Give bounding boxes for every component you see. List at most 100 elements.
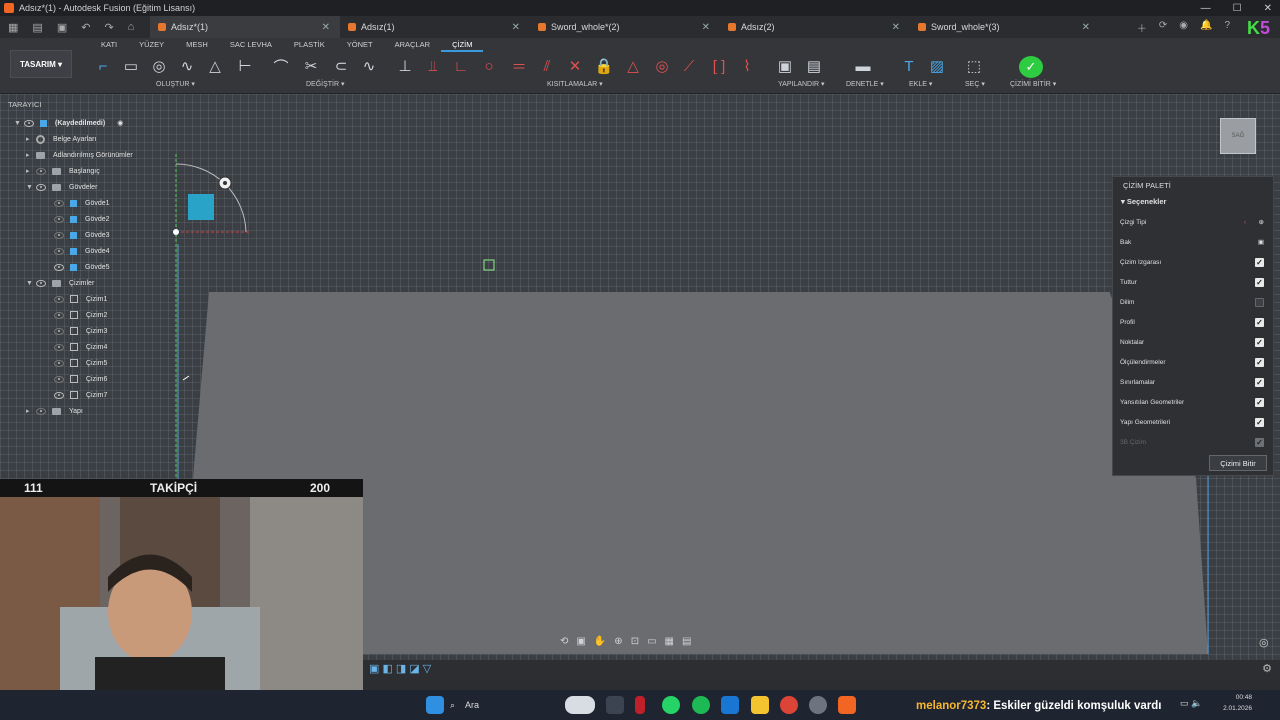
eye-icon[interactable] xyxy=(54,215,64,223)
tab-cizim[interactable]: ÇİZİM xyxy=(441,38,484,52)
fit-icon[interactable]: ⊡ xyxy=(631,636,639,647)
caret-down-icon[interactable]: ▼ xyxy=(14,120,24,127)
task-view-icon[interactable] xyxy=(606,696,624,714)
insert-image-icon[interactable]: ▨ xyxy=(926,56,948,76)
finish-sketch-button[interactable]: Çizimi Bitir xyxy=(1209,455,1267,471)
eye-icon[interactable] xyxy=(36,279,46,287)
trim-tool-icon[interactable]: ✂ xyxy=(300,56,322,76)
tab-araclar[interactable]: ARAÇLAR xyxy=(384,38,441,52)
save-icon[interactable]: ▣ xyxy=(57,21,67,34)
app-icon[interactable] xyxy=(809,696,827,714)
system-clock[interactable]: 00:48 2.01.2026 xyxy=(1223,692,1252,714)
constraints-group-label[interactable]: KISITLAMALAR ▾ xyxy=(547,80,603,88)
tree-item[interactable]: Çizim6 xyxy=(54,372,107,386)
caret-down-icon[interactable]: ▼ xyxy=(26,184,36,191)
grid-icon[interactable]: ▦ xyxy=(665,636,674,647)
construction-icon[interactable]: ⊕ xyxy=(1259,218,1264,226)
vertical-icon[interactable]: ⫫ xyxy=(422,56,444,76)
arc-tool-icon[interactable]: ⌒ xyxy=(270,56,292,76)
eye-icon[interactable] xyxy=(54,263,64,271)
pan-icon[interactable]: ✋ xyxy=(594,636,606,647)
palette-option[interactable]: Tuttur ✓ xyxy=(1120,275,1268,289)
tab-kati[interactable]: KATI xyxy=(90,38,128,52)
undo-icon[interactable]: ↶ xyxy=(81,21,90,34)
palette-option[interactable]: Çizim Izgarası ✓ xyxy=(1120,255,1268,269)
doc-tab-2[interactable]: Adsız(1) ✕ xyxy=(340,16,530,38)
checkbox[interactable]: ✓ xyxy=(1255,417,1264,427)
equal-icon[interactable]: ＝ xyxy=(508,56,530,76)
tree-item[interactable]: ▼ Çizimler xyxy=(26,276,94,290)
eye-icon[interactable] xyxy=(54,375,64,383)
spline-tool-icon[interactable]: ∿ xyxy=(176,56,198,76)
online-icon[interactable]: ◉ xyxy=(1179,20,1188,35)
grid-menu-icon[interactable]: ▦ xyxy=(8,21,18,34)
doc-tab-4[interactable]: Adsız(2) ✕ xyxy=(720,16,910,38)
windows-start-icon[interactable] xyxy=(426,696,444,714)
palette-option[interactable]: Profil ✓ xyxy=(1120,315,1268,329)
curvature-icon[interactable]: ⌇ xyxy=(736,56,758,76)
checkbox[interactable]: ✓ xyxy=(1255,277,1264,287)
eye-icon[interactable] xyxy=(24,119,34,127)
perpendicular-icon[interactable]: ∟ xyxy=(450,56,472,76)
eye-icon[interactable] xyxy=(54,391,64,399)
triangle-constraint-icon[interactable]: △ xyxy=(622,56,644,76)
palette-option[interactable]: Çizgi Tipi ‹ ⊕ xyxy=(1120,215,1268,229)
select-group-label[interactable]: SEÇ ▾ xyxy=(965,80,985,88)
add-tab-icon[interactable]: ＋ xyxy=(1137,20,1147,35)
modify-group-label[interactable]: DEĞİŞTİR ▾ xyxy=(306,80,345,88)
coincident-icon[interactable]: ⊥ xyxy=(394,56,416,76)
look-at-icon[interactable]: ▣ xyxy=(1258,238,1264,246)
midpoint-icon[interactable]: ⟋ xyxy=(678,56,700,76)
doc-tab-5[interactable]: Sword_whole*(3) ✕ xyxy=(910,16,1100,38)
tab-mesh[interactable]: MESH xyxy=(175,38,219,52)
eye-icon[interactable] xyxy=(54,199,64,207)
checkbox[interactable]: ✓ xyxy=(1255,337,1264,347)
tree-root[interactable]: ▼ (Kaydedilmedi) ◉ xyxy=(14,116,123,130)
tree-item[interactable]: Gövde1 xyxy=(54,196,110,210)
checkbox[interactable] xyxy=(1255,297,1264,307)
tree-item[interactable]: Gövde2 xyxy=(54,212,110,226)
linetype-icon[interactable]: ‹ xyxy=(1244,219,1246,226)
tree-item[interactable]: Gövde4 xyxy=(54,244,110,258)
create-group-label[interactable]: OLUŞTUR ▾ xyxy=(156,80,195,88)
checkbox[interactable]: ✓ xyxy=(1255,397,1264,407)
eye-icon[interactable] xyxy=(36,167,46,175)
palette-section[interactable]: ▾ Seçenekler xyxy=(1113,193,1273,209)
eye-icon[interactable] xyxy=(54,311,64,319)
tree-item[interactable]: Çizim2 xyxy=(54,308,107,322)
circle-tool-icon[interactable]: ◎ xyxy=(148,56,170,76)
tab-yonet[interactable]: YÖNET xyxy=(336,38,384,52)
eye-icon[interactable] xyxy=(54,327,64,335)
tree-item[interactable]: Çizim5 xyxy=(54,356,107,370)
line-tool-icon[interactable]: ⌐ xyxy=(92,56,114,76)
close-tab-icon[interactable]: ✕ xyxy=(1082,22,1090,33)
home-icon[interactable]: ⌂ xyxy=(128,21,135,34)
caret-right-icon[interactable]: ▸ xyxy=(26,151,36,159)
palette-option[interactable]: Noktalar ✓ xyxy=(1120,335,1268,349)
taskbar-search[interactable]: ⌕ Ara xyxy=(450,695,550,715)
caret-right-icon[interactable]: ▸ xyxy=(26,167,36,175)
tree-item[interactable]: Çizim7 xyxy=(54,388,107,402)
target-icon[interactable]: ◎ xyxy=(1259,636,1269,649)
eye-icon[interactable] xyxy=(54,247,64,255)
close-tab-icon[interactable]: ✕ xyxy=(512,22,520,33)
chrome-icon[interactable] xyxy=(780,696,798,714)
measure-icon[interactable]: ▬ xyxy=(852,56,874,76)
concentric-icon[interactable]: ◎ xyxy=(651,56,673,76)
polygon-tool-icon[interactable]: △ xyxy=(204,56,226,76)
tree-item[interactable]: Çizim3 xyxy=(54,324,107,338)
palette-option[interactable]: Bak ▣ xyxy=(1120,235,1268,249)
inspect-group-label[interactable]: DENETLE ▾ xyxy=(846,80,884,88)
insert-group-label[interactable]: EKLE ▾ xyxy=(909,80,932,88)
timeline-features-icon[interactable]: ▣ ◧ ◨ ◪ ▽ xyxy=(369,662,431,675)
checkbox[interactable]: ✓ xyxy=(1255,357,1264,367)
palette-option[interactable]: Yapı Geometrileri ✓ xyxy=(1120,415,1268,429)
tree-item[interactable]: ▼ Gövdeler xyxy=(26,180,97,194)
parallel-icon[interactable]: ⫽ xyxy=(536,56,558,76)
tree-item[interactable]: Çizim1 xyxy=(54,292,107,306)
caret-right-icon[interactable]: ▸ xyxy=(26,407,36,415)
display-mode-icon[interactable]: ▭ xyxy=(647,636,656,647)
tree-item[interactable]: ▸ Adlandırılmış Görünümler xyxy=(26,148,133,162)
viewcube[interactable]: SAĞ xyxy=(1220,118,1256,154)
timeline-settings-icon[interactable]: ⚙ xyxy=(1262,662,1272,675)
